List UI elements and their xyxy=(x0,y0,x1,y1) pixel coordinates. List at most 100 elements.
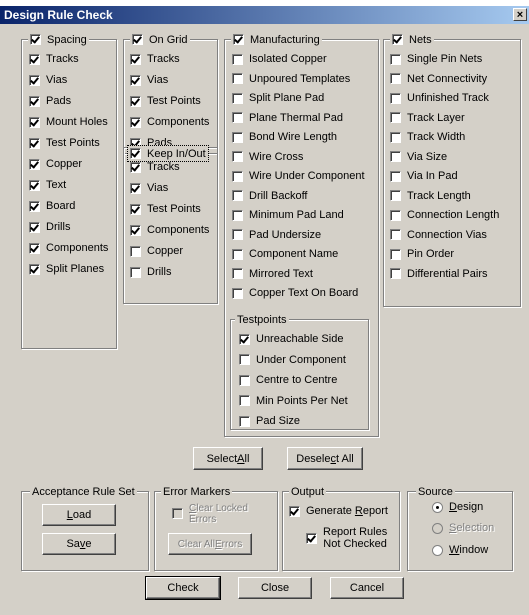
checkbox[interactable] xyxy=(29,74,40,86)
spacing-checkbox-board[interactable]: Board xyxy=(29,199,75,213)
checkbox[interactable] xyxy=(232,151,243,162)
checkbox[interactable] xyxy=(130,116,141,128)
spacing-checkbox-components[interactable]: Components xyxy=(29,241,108,255)
checkbox[interactable] xyxy=(30,34,41,45)
testpoints-checkbox-unreachable-side[interactable]: Unreachable Side xyxy=(239,332,343,346)
checkbox[interactable] xyxy=(130,203,141,215)
spacing-checkbox-vias[interactable]: Vias xyxy=(29,73,67,87)
nets-checkbox-single-pin-nets[interactable]: Single Pin Nets xyxy=(390,52,482,66)
ongrid-checkbox-components[interactable]: Components xyxy=(130,115,209,129)
save-button[interactable]: Sa v e xyxy=(42,533,116,555)
checkbox[interactable] xyxy=(390,229,401,240)
manufacturing-checkbox-drill-backoff[interactable]: Drill Backoff xyxy=(232,189,307,203)
nets-checkbox-track-width[interactable]: Track Width xyxy=(390,130,465,144)
checkbox[interactable] xyxy=(130,182,141,194)
checkbox[interactable] xyxy=(130,74,141,86)
nets-checkbox-connection-vias[interactable]: Connection Vias xyxy=(390,228,487,242)
close-button[interactable]: Close xyxy=(238,577,312,599)
checkbox[interactable] xyxy=(239,354,250,365)
checkbox[interactable] xyxy=(29,221,40,233)
nets-checkbox-via-in-pad[interactable]: Via In Pad xyxy=(390,169,458,183)
checkbox[interactable] xyxy=(239,415,250,427)
checkbox[interactable] xyxy=(29,95,40,107)
checkbox[interactable] xyxy=(239,395,250,406)
spacing-checkbox-test-points[interactable]: Test Points xyxy=(29,136,100,150)
manufacturing-checkbox-mirrored-text[interactable]: Mirrored Text xyxy=(232,267,313,281)
ongrid-checkbox-test-points[interactable]: Test Points xyxy=(130,94,201,108)
ongrid-checkbox-tracks[interactable]: Tracks xyxy=(130,52,180,66)
manufacturing-checkbox-copper-text-on-board[interactable]: Copper Text On Board xyxy=(232,286,358,300)
checkbox[interactable] xyxy=(390,248,401,260)
checkbox[interactable] xyxy=(390,53,401,65)
checkbox[interactable] xyxy=(172,508,183,519)
radio[interactable] xyxy=(432,501,443,513)
testpoints-checkbox-centre-to-centre[interactable]: Centre to Centre xyxy=(239,373,337,387)
checkbox[interactable] xyxy=(390,92,401,104)
spacing-checkbox-drills[interactable]: Drills xyxy=(29,220,70,234)
manufacturing-checkbox-plane-thermal-pad[interactable]: Plane Thermal Pad xyxy=(232,111,343,125)
checkbox[interactable] xyxy=(232,248,243,260)
checkbox[interactable] xyxy=(29,53,40,65)
checkbox[interactable] xyxy=(29,179,40,191)
checkbox[interactable] xyxy=(390,151,401,162)
checkbox[interactable] xyxy=(232,287,243,299)
report-rules-not-checked-checkbox[interactable]: Report Rules Not Checked xyxy=(306,526,387,550)
keepin-checkbox-tracks[interactable]: Tracks xyxy=(130,160,180,174)
keepin-checkbox-components[interactable]: Components xyxy=(130,223,209,237)
nets-checkbox-track-length[interactable]: Track Length xyxy=(390,189,471,203)
check-button[interactable]: Check xyxy=(145,576,221,600)
testpoints-checkbox-pad-size[interactable]: Pad Size xyxy=(239,414,300,428)
nets-checkbox-unfinished-track[interactable]: Unfinished Track xyxy=(390,91,489,105)
manufacturing-checkbox-isolated-copper[interactable]: Isolated Copper xyxy=(232,52,327,66)
design-radio[interactable]: Design xyxy=(432,500,483,514)
generate-report-checkbox[interactable]: Generate Report xyxy=(289,504,388,518)
manufacturing-checkbox-unpoured-templates[interactable]: Unpoured Templates xyxy=(232,72,350,86)
nets-checkbox-differential-pairs[interactable]: Differential Pairs xyxy=(390,267,488,281)
checkbox[interactable] xyxy=(232,268,243,279)
checkbox[interactable] xyxy=(306,532,317,544)
testpoints-checkbox-min-points-per-net[interactable]: Min Points Per Net xyxy=(239,394,348,408)
nets-checkbox-via-size[interactable]: Via Size xyxy=(390,150,447,164)
checkbox[interactable] xyxy=(232,112,243,123)
checkbox[interactable] xyxy=(232,170,243,182)
ongrid-checkbox-vias[interactable]: Vias xyxy=(130,73,168,87)
checkbox[interactable] xyxy=(390,170,401,182)
load-button[interactable]: Load xyxy=(42,504,116,526)
clear-locked-errors-checkbox[interactable]: Clear Locked Errors xyxy=(172,503,248,525)
checkbox[interactable] xyxy=(130,161,141,173)
checkbox[interactable] xyxy=(289,505,300,517)
checkbox[interactable] xyxy=(232,209,243,221)
nets-checkbox-pin-order[interactable]: Pin Order xyxy=(390,247,454,261)
checkbox[interactable] xyxy=(130,266,141,278)
spacing-checkbox-split-planes[interactable]: Split Planes xyxy=(29,262,104,276)
manufacturing-header-checkbox[interactable]: Manufacturing xyxy=(231,32,322,47)
checkbox[interactable] xyxy=(390,268,401,279)
spacing-checkbox-mount-holes[interactable]: Mount Holes xyxy=(29,115,108,129)
checkbox[interactable] xyxy=(233,34,244,45)
spacing-checkbox-tracks[interactable]: Tracks xyxy=(29,52,79,66)
manufacturing-checkbox-minimum-pad-land[interactable]: Minimum Pad Land xyxy=(232,208,344,222)
checkbox[interactable] xyxy=(392,34,403,45)
cancel-button[interactable]: Cancel xyxy=(330,577,404,599)
nets-header-checkbox[interactable]: Nets xyxy=(390,32,434,47)
clear-all-errors-button[interactable]: Clear All Errors xyxy=(168,533,252,555)
checkbox[interactable] xyxy=(130,224,141,236)
manufacturing-checkbox-split-plane-pad[interactable]: Split Plane Pad xyxy=(232,91,324,105)
radio[interactable] xyxy=(432,544,443,556)
checkbox[interactable] xyxy=(232,190,243,201)
checkbox[interactable] xyxy=(232,131,243,143)
checkbox[interactable] xyxy=(232,92,243,104)
checkbox[interactable] xyxy=(29,242,40,254)
deselect-all-button[interactable]: Desele c t All xyxy=(287,447,363,470)
testpoints-checkbox-under-component[interactable]: Under Component xyxy=(239,353,346,367)
checkbox[interactable] xyxy=(232,73,243,84)
checkbox[interactable] xyxy=(390,73,401,84)
keepin-checkbox-copper[interactable]: Copper xyxy=(130,244,183,258)
nets-checkbox-net-connectivity[interactable]: Net Connectivity xyxy=(390,72,487,86)
checkbox[interactable] xyxy=(130,95,141,107)
keepin-checkbox-test-points[interactable]: Test Points xyxy=(130,202,201,216)
manufacturing-checkbox-component-name[interactable]: Component Name xyxy=(232,247,338,261)
keepin-checkbox-vias[interactable]: Vias xyxy=(130,181,168,195)
checkbox[interactable] xyxy=(130,53,141,65)
checkbox[interactable] xyxy=(239,374,250,386)
